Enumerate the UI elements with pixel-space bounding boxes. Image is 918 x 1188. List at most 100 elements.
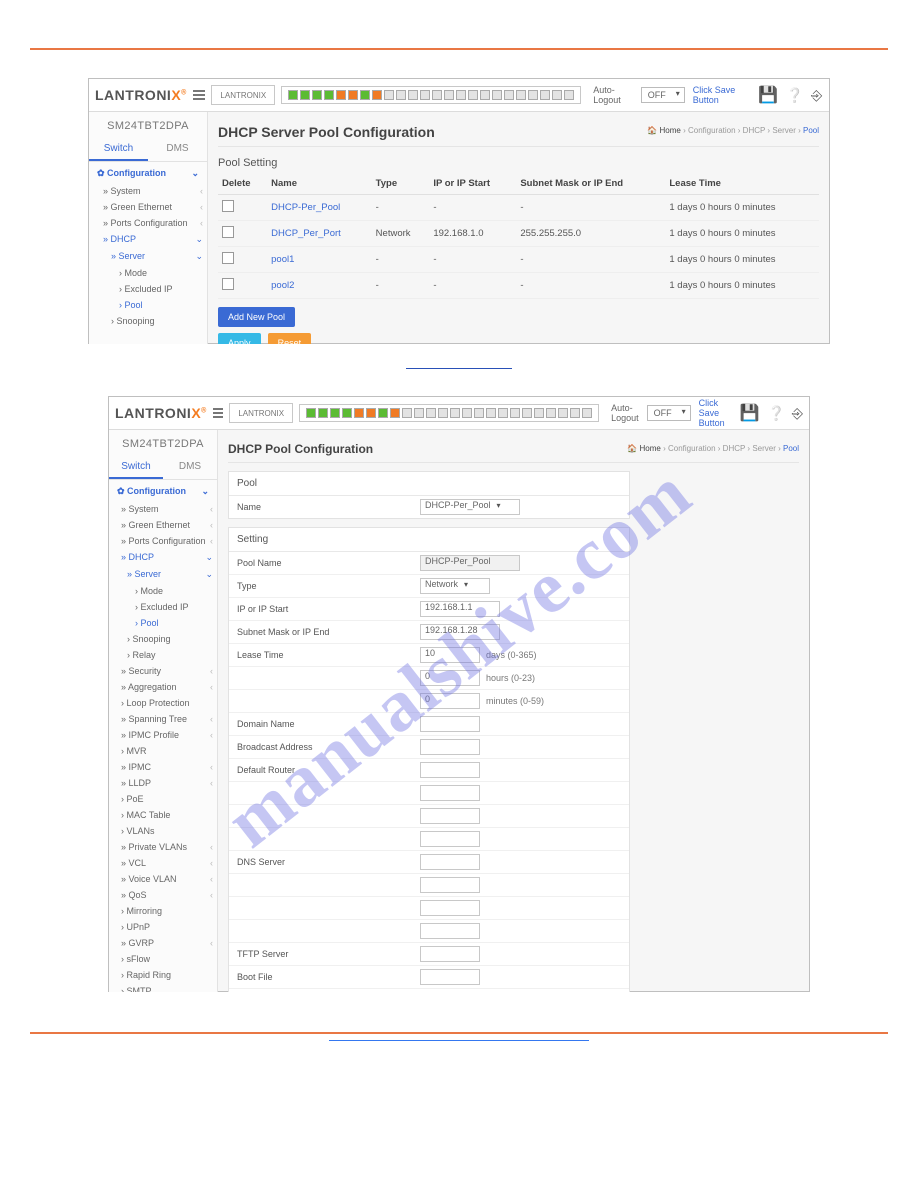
nav-green-ethernet[interactable]: » Green Ethernet‹ (109, 517, 217, 533)
nav-item[interactable]: › Mirroring (109, 903, 217, 919)
add-pool-button[interactable]: Add New Pool (218, 307, 295, 327)
nav-configuration[interactable]: ✿ Configuration⌄ (109, 480, 217, 501)
delete-checkbox[interactable] (222, 226, 234, 238)
nav-system[interactable]: » System‹ (89, 183, 207, 199)
auto-logout-select[interactable]: OFF (647, 405, 691, 421)
nav-item[interactable]: › Loop Protection (109, 695, 217, 711)
nav-server[interactable]: » Server⌄ (109, 566, 217, 583)
pool-link[interactable]: pool2 (267, 272, 372, 298)
mid-link[interactable] (406, 354, 513, 369)
dns-input-4[interactable] (420, 923, 480, 939)
lease-mins-input[interactable]: 0 (420, 693, 480, 709)
logout-icon[interactable]: ⎆ (810, 87, 823, 104)
nav-item[interactable]: » QoS‹ (109, 887, 217, 903)
lease-hours-input[interactable]: 0 (420, 670, 480, 686)
pool-name-select[interactable]: DHCP-Per_Pool (420, 499, 520, 515)
delete-checkbox[interactable] (222, 252, 234, 264)
nav-item[interactable]: › UPnP (109, 919, 217, 935)
nav-green-ethernet[interactable]: » Green Ethernet‹ (89, 199, 207, 215)
tab-switch[interactable]: Switch (109, 456, 163, 479)
pool-link[interactable]: DHCP_Per_Port (267, 220, 372, 246)
lease-days-input[interactable]: 10 (420, 647, 480, 663)
nav-item[interactable]: › SMTP (109, 983, 217, 992)
ip-input[interactable]: 192.168.1.1 (420, 601, 500, 617)
auto-logout-select[interactable]: OFF (641, 87, 685, 103)
nav-item[interactable]: › VLANs (109, 823, 217, 839)
table-row: DHCP-Per_Pool - - - 1 days 0 hours 0 min… (218, 194, 819, 220)
nav-configuration[interactable]: ✿ Configuration⌄ (89, 162, 207, 183)
nav-excluded-ip[interactable]: › Excluded IP (109, 599, 217, 615)
tab-switch[interactable]: Switch (89, 138, 148, 161)
dns-input-2[interactable] (420, 877, 480, 893)
nav-item[interactable]: › sFlow (109, 951, 217, 967)
nav-item[interactable]: » VCL‹ (109, 855, 217, 871)
menu-icon[interactable] (193, 90, 206, 100)
logout-icon[interactable]: ⎆ (792, 405, 803, 422)
delete-checkbox[interactable] (222, 278, 234, 290)
help-icon[interactable]: ❔ (768, 405, 784, 422)
delete-checkbox[interactable] (222, 200, 234, 212)
nav-dhcp[interactable]: » DHCP⌄ (109, 549, 217, 566)
nav-pool[interactable]: › Pool (89, 297, 207, 313)
tab-dms[interactable]: DMS (163, 456, 217, 479)
nav-item[interactable]: » IPMC Profile‹ (109, 727, 217, 743)
router-input-3[interactable] (420, 808, 480, 824)
ntp-input-1[interactable] (420, 992, 480, 993)
dns-input-3[interactable] (420, 900, 480, 916)
bcast-label: Broadcast Address (229, 738, 420, 756)
pool-link[interactable]: pool1 (267, 246, 372, 272)
nav-item[interactable]: » Spanning Tree‹ (109, 711, 217, 727)
ntp-label: NTP Server (229, 991, 420, 993)
save-icon[interactable]: 💾 (740, 403, 760, 423)
save-hint-link[interactable]: Click Save Button (699, 398, 732, 428)
tab-dms[interactable]: DMS (148, 138, 207, 161)
nav-dhcp[interactable]: » DHCP⌄ (89, 231, 207, 248)
domain-input[interactable] (420, 716, 480, 732)
nav-ports-config[interactable]: » Ports Configuration‹ (89, 215, 207, 231)
help-icon[interactable]: ❔ (786, 87, 802, 104)
bottom-rule (30, 1032, 888, 1034)
breadcrumb: 🏠 Home › Configuration › DHCP › Server ›… (627, 444, 799, 453)
type-select[interactable]: Network (420, 578, 490, 594)
router-input-4[interactable] (420, 831, 480, 847)
bcast-input[interactable] (420, 739, 480, 755)
nav-excluded-ip[interactable]: › Excluded IP (89, 281, 207, 297)
nav-item[interactable]: » LLDP‹ (109, 775, 217, 791)
apply-button[interactable]: Apply (218, 333, 261, 345)
col-type: Type (372, 173, 430, 195)
tftp-input[interactable] (420, 946, 480, 962)
boot-input[interactable] (420, 969, 480, 985)
nav-item[interactable]: › PoE (109, 791, 217, 807)
pool-link[interactable]: DHCP-Per_Pool (267, 194, 372, 220)
nav-item[interactable]: » IPMC‹ (109, 759, 217, 775)
nav-snooping[interactable]: › Snooping (109, 631, 217, 647)
router-input-1[interactable] (420, 762, 480, 778)
nav-server[interactable]: » Server⌄ (89, 248, 207, 265)
router-input-2[interactable] (420, 785, 480, 801)
nav-mode[interactable]: › Mode (109, 583, 217, 599)
ip-label: IP or IP Start (229, 600, 420, 618)
menu-icon[interactable] (213, 408, 223, 418)
nav-relay[interactable]: › Relay (109, 647, 217, 663)
nav-ports-config[interactable]: » Ports Configuration‹ (109, 533, 217, 549)
nav-item[interactable]: › MVR (109, 743, 217, 759)
save-hint-link[interactable]: Click Save Button (693, 85, 750, 105)
mask-input[interactable]: 192.168.1.28 (420, 624, 500, 640)
nav-mode[interactable]: › Mode (89, 265, 207, 281)
save-icon[interactable]: 💾 (758, 85, 778, 105)
pool-name-field: DHCP-Per_Pool (420, 555, 520, 571)
nav-item[interactable]: » Security‹ (109, 663, 217, 679)
nav-item[interactable]: » Aggregation‹ (109, 679, 217, 695)
table-row: pool1 - - - 1 days 0 hours 0 minutes (218, 246, 819, 272)
nav-item[interactable]: › Rapid Ring (109, 967, 217, 983)
nav-item[interactable]: » Voice VLAN‹ (109, 871, 217, 887)
tftp-label: TFTP Server (229, 945, 420, 963)
nav-item[interactable]: » GVRP‹ (109, 935, 217, 951)
dns-input-1[interactable] (420, 854, 480, 870)
nav-system[interactable]: » System‹ (109, 501, 217, 517)
nav-snooping[interactable]: › Snooping (89, 313, 207, 329)
reset-button[interactable]: Reset (268, 333, 312, 345)
nav-pool[interactable]: › Pool (109, 615, 217, 631)
nav-item[interactable]: » Private VLANs‹ (109, 839, 217, 855)
nav-item[interactable]: › MAC Table (109, 807, 217, 823)
